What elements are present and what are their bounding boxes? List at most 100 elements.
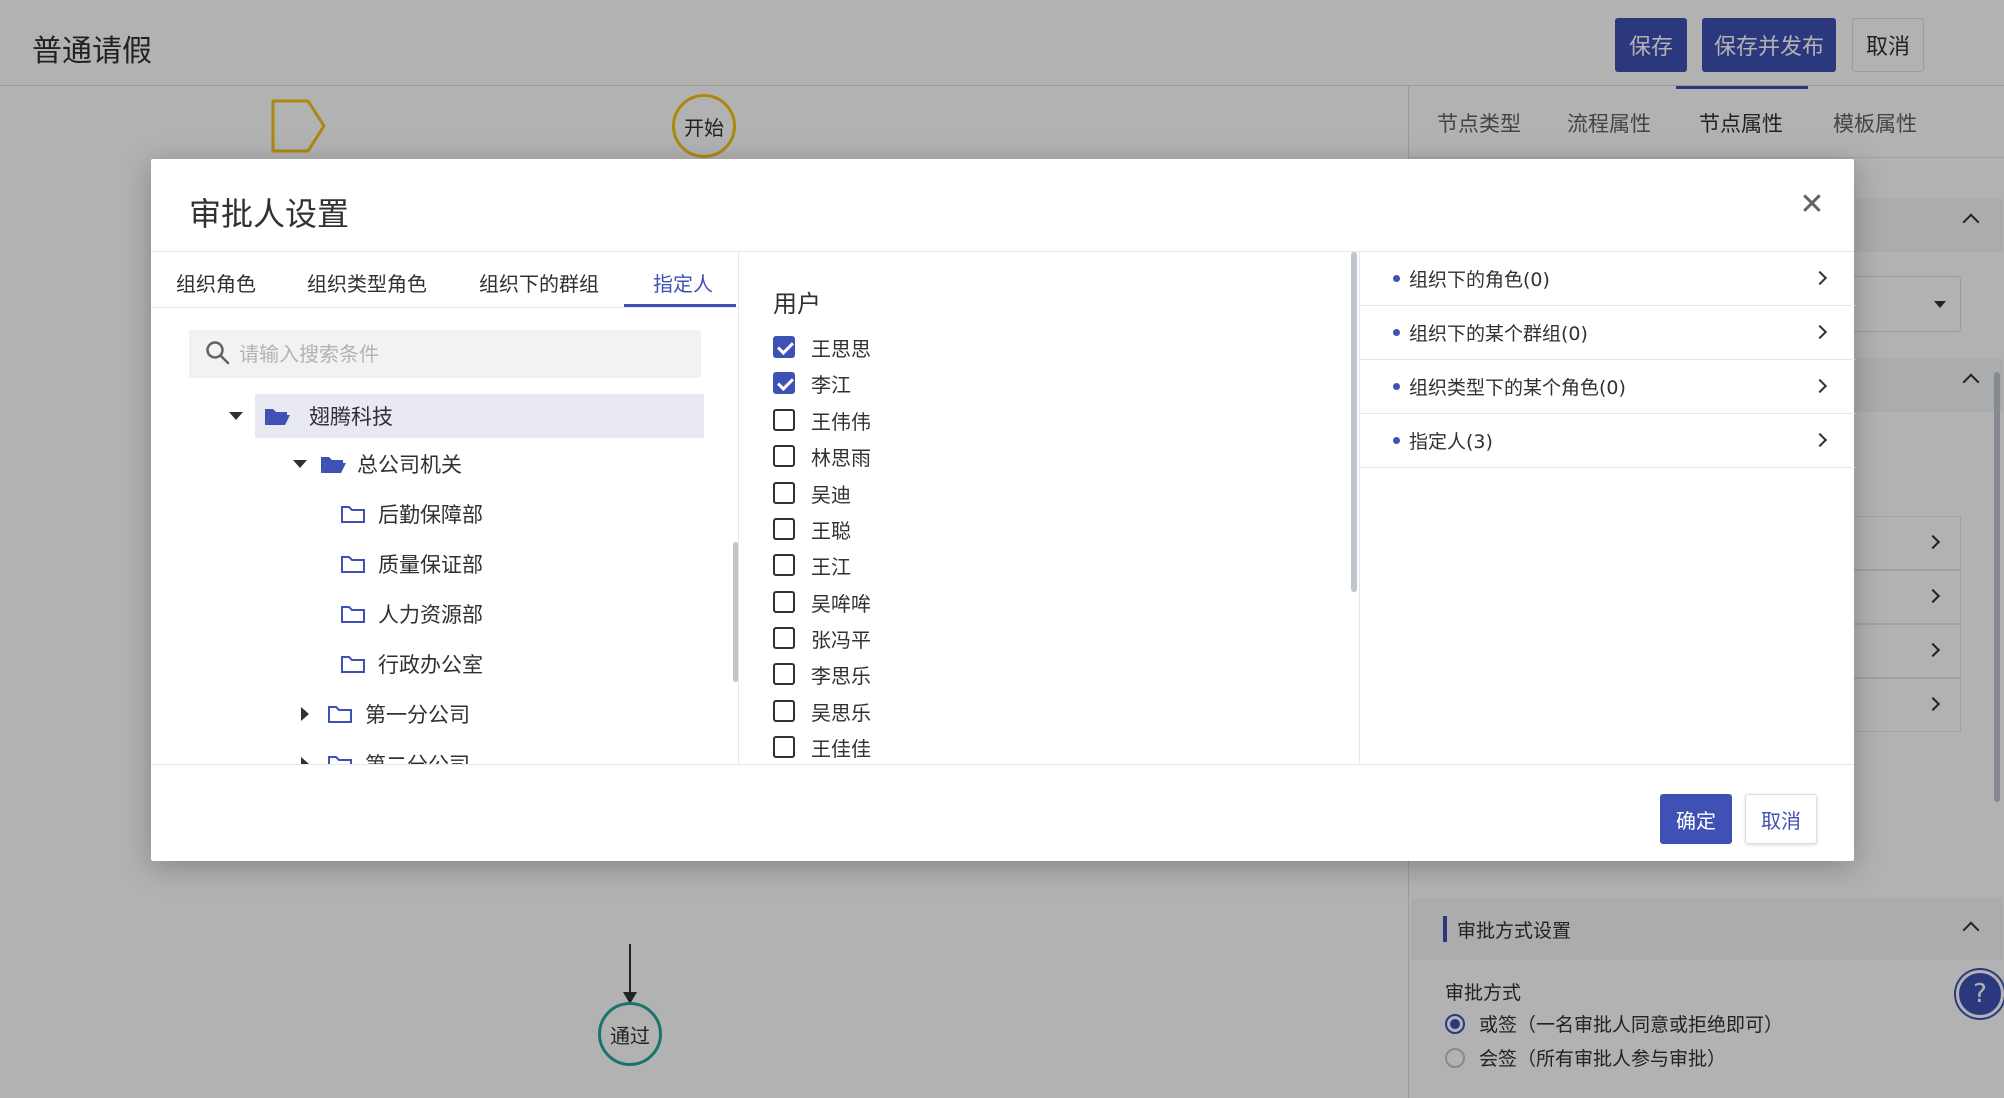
tree-node-dept[interactable]: 人力资源部 xyxy=(340,592,483,636)
user-name: 王佳佳 xyxy=(811,736,871,761)
checkbox-icon[interactable] xyxy=(773,554,795,576)
user-row[interactable]: 吴迪 xyxy=(773,478,851,508)
tree-node-label: 翅腾科技 xyxy=(309,405,393,429)
user-row[interactable]: 王聪 xyxy=(773,514,851,544)
user-name: 张冯平 xyxy=(811,627,871,652)
summary-label: 指定人(3) xyxy=(1409,431,1493,453)
folder-icon xyxy=(341,656,365,673)
checkbox-icon[interactable] xyxy=(773,482,795,504)
folder-icon xyxy=(341,506,365,523)
folder-icon xyxy=(341,606,365,623)
tree-node-company[interactable]: 翅腾科技 xyxy=(229,394,704,438)
checkbox-icon[interactable] xyxy=(773,518,795,540)
user-name: 王江 xyxy=(811,554,851,579)
caret-right-icon[interactable] xyxy=(301,707,309,721)
confirm-button[interactable]: 确定 xyxy=(1660,794,1732,844)
checkbox-icon[interactable] xyxy=(773,700,795,722)
user-row[interactable]: 王江 xyxy=(773,550,851,580)
chevron-right-icon xyxy=(1812,324,1828,340)
user-list-scrollbar[interactable] xyxy=(1351,252,1357,592)
summary-label: 组织类型下的某个角色(0) xyxy=(1409,377,1626,399)
checkbox-icon[interactable] xyxy=(773,445,795,467)
checkbox-checked-icon[interactable] xyxy=(773,372,795,394)
user-row[interactable]: 王佳佳 xyxy=(773,732,871,762)
summary-label: 组织下的某个群组(0) xyxy=(1409,323,1588,345)
tab-specified-person[interactable]: 指定人 xyxy=(653,268,713,297)
summary-row[interactable]: 组织下的某个群组(0) xyxy=(1360,306,1855,360)
approver-settings-dialog: 审批人设置 ✕ 组织角色 组织类型角色 组织下的群组 指定人 翅腾科技 xyxy=(151,159,1855,861)
tab-org-role[interactable]: 组织角色 xyxy=(176,268,256,297)
user-row[interactable]: 吴思乐 xyxy=(773,696,871,726)
search-box[interactable] xyxy=(189,330,701,378)
summary-row[interactable]: 组织下的角色(0) xyxy=(1360,252,1855,306)
selector-tabs: 组织角色 组织类型角色 组织下的群组 指定人 xyxy=(151,252,738,308)
user-list-title: 用户 xyxy=(773,290,821,318)
bullet-dot-icon xyxy=(1393,437,1400,444)
selection-summary-panel: 组织下的角色(0) 组织下的某个群组(0) 组织类型下的某个角色(0) 指定人(… xyxy=(1359,252,1855,764)
checkbox-icon[interactable] xyxy=(773,663,795,685)
selector-panel: 组织角色 组织类型角色 组织下的群组 指定人 翅腾科技 xyxy=(151,252,739,764)
user-name: 李思乐 xyxy=(811,663,871,688)
user-row[interactable]: 吴哞哞 xyxy=(773,587,871,617)
summary-row[interactable]: 指定人(3) xyxy=(1360,414,1855,468)
user-name: 王聪 xyxy=(811,518,851,543)
tree-node-label: 后勤保障部 xyxy=(378,503,483,527)
close-icon[interactable]: ✕ xyxy=(1798,190,1826,220)
bullet-dot-icon xyxy=(1393,275,1400,282)
folder-open-icon xyxy=(265,409,290,425)
search-input[interactable] xyxy=(239,330,689,378)
user-name: 王伟伟 xyxy=(811,409,871,434)
tree-node-branch[interactable]: 第二分公司 xyxy=(271,742,470,764)
tab-org-group[interactable]: 组织下的群组 xyxy=(479,268,599,297)
user-row[interactable]: 王思思 xyxy=(773,332,871,362)
checkbox-icon[interactable] xyxy=(773,736,795,758)
tree-node-hq[interactable]: 总公司机关 xyxy=(293,442,462,486)
checkbox-icon[interactable] xyxy=(773,409,795,431)
user-name: 林思雨 xyxy=(811,445,871,470)
dialog-cancel-button[interactable]: 取消 xyxy=(1745,794,1817,844)
bullet-dot-icon xyxy=(1393,383,1400,390)
checkbox-checked-icon[interactable] xyxy=(773,336,795,358)
user-name: 吴迪 xyxy=(811,482,851,507)
summary-label: 组织下的角色(0) xyxy=(1409,269,1550,291)
tree-node-label: 质量保证部 xyxy=(378,553,483,577)
tree-node-dept[interactable]: 质量保证部 xyxy=(340,542,483,586)
tree-node-label: 行政办公室 xyxy=(378,653,483,677)
tree-node-label: 第一分公司 xyxy=(365,703,470,727)
user-name: 王思思 xyxy=(811,336,871,361)
caret-right-icon[interactable] xyxy=(301,757,309,764)
summary-row[interactable]: 组织类型下的某个角色(0) xyxy=(1360,360,1855,414)
user-row[interactable]: 李思乐 xyxy=(773,659,871,689)
divider xyxy=(151,764,1854,765)
folder-icon xyxy=(341,556,365,573)
chevron-right-icon xyxy=(1812,432,1828,448)
active-tab-indicator xyxy=(624,304,736,307)
dialog-title: 审批人设置 xyxy=(189,195,350,233)
chevron-right-icon xyxy=(1812,270,1828,286)
user-list-panel: 用户 王思思 李江 王伟伟 林思雨 吴迪 王聪 王江 吴哞哞 张冯平 李思乐 吴… xyxy=(739,252,1351,764)
tree-node-dept[interactable]: 行政办公室 xyxy=(340,642,483,686)
user-row[interactable]: 张冯平 xyxy=(773,623,871,653)
user-name: 吴思乐 xyxy=(811,700,871,725)
user-row[interactable]: 王伟伟 xyxy=(773,405,871,435)
user-name: 吴哞哞 xyxy=(811,591,871,616)
tree-node-branch[interactable]: 第一分公司 xyxy=(271,692,470,736)
caret-down-icon[interactable] xyxy=(229,412,243,420)
user-row[interactable]: 林思雨 xyxy=(773,441,871,471)
tree-node-label: 总公司机关 xyxy=(357,453,462,477)
search-icon xyxy=(206,341,230,365)
user-name: 李江 xyxy=(811,372,851,397)
user-row[interactable]: 李江 xyxy=(773,368,851,398)
checkbox-icon[interactable] xyxy=(773,591,795,613)
tree-node-label: 第二分公司 xyxy=(365,749,470,764)
tree-node-dept[interactable]: 后勤保障部 xyxy=(340,492,483,536)
tree-node-label: 人力资源部 xyxy=(378,603,483,627)
tab-org-type-role[interactable]: 组织类型角色 xyxy=(307,268,427,297)
chevron-right-icon xyxy=(1812,378,1828,394)
folder-icon xyxy=(328,756,352,764)
caret-down-icon[interactable] xyxy=(293,460,307,468)
folder-open-icon xyxy=(321,457,346,473)
checkbox-icon[interactable] xyxy=(773,627,795,649)
folder-icon xyxy=(328,706,352,723)
tree-scrollbar[interactable] xyxy=(733,542,738,682)
